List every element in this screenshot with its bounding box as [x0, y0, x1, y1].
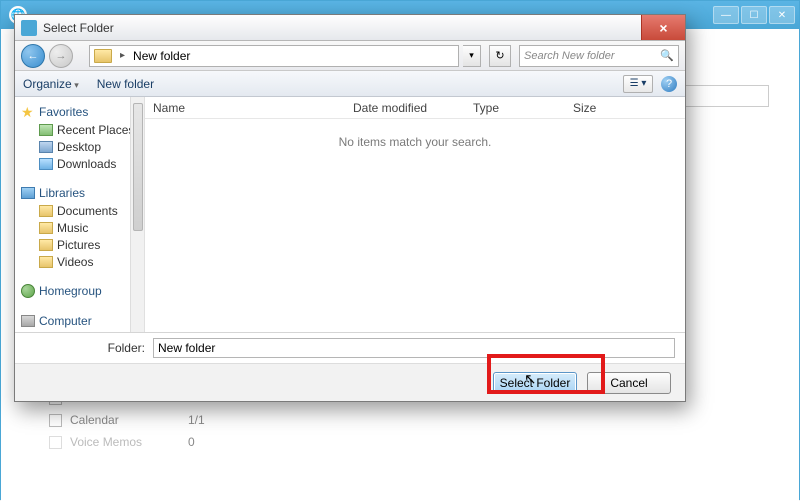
- breadcrumb-segment[interactable]: New folder: [133, 49, 190, 63]
- desktop-icon: [39, 141, 53, 153]
- bg-row-count: 1/1: [188, 413, 205, 427]
- column-headers[interactable]: Name Date modified Type Size: [145, 97, 685, 119]
- nav-item-desktop[interactable]: Desktop: [21, 138, 140, 155]
- nav-item-documents[interactable]: Documents: [21, 202, 140, 219]
- address-dropdown[interactable]: ▾: [463, 45, 481, 67]
- new-folder-button[interactable]: New folder: [97, 77, 154, 91]
- empty-message: No items match your search.: [145, 119, 685, 165]
- window-buttons: ×: [641, 15, 685, 40]
- dialog-body: ★ Favorites Recent Places Desktop Downlo…: [15, 97, 685, 333]
- search-icon: 🔍: [660, 49, 674, 62]
- breadcrumb[interactable]: ▸ New folder: [89, 45, 459, 67]
- folder-label: Folder:: [25, 341, 145, 355]
- folder-icon: [39, 222, 53, 234]
- nav-item-downloads[interactable]: Downloads: [21, 155, 140, 172]
- dialog-titlebar[interactable]: Select Folder ×: [15, 15, 685, 41]
- nav-back-button[interactable]: ←: [21, 44, 45, 68]
- nav-scrollbar[interactable]: [130, 97, 144, 332]
- list-item[interactable]: Voice Memos 0: [49, 431, 769, 453]
- checkbox-icon[interactable]: [49, 414, 62, 427]
- nav-group-libraries[interactable]: Libraries: [21, 184, 140, 202]
- toolbar: Organize New folder ☰ ▾ ?: [15, 71, 685, 97]
- bg-close-button[interactable]: ✕: [769, 6, 795, 24]
- select-folder-dialog: Select Folder × ← → ▸ New folder ▾ ↻ Sea…: [14, 14, 686, 402]
- search-input[interactable]: Search New folder 🔍: [519, 45, 679, 67]
- dialog-button-row: Select Folder Cancel: [15, 363, 685, 401]
- dialog-icon: [21, 20, 37, 36]
- nav-item-videos[interactable]: Videos: [21, 253, 140, 270]
- col-date[interactable]: Date modified: [345, 101, 465, 115]
- folder-icon: [39, 239, 53, 251]
- nav-forward-button[interactable]: →: [49, 44, 73, 68]
- nav-item-music[interactable]: Music: [21, 219, 140, 236]
- bg-maximize-button[interactable]: ☐: [741, 6, 767, 24]
- bg-row-count: 0: [188, 435, 195, 449]
- nav-group-favorites[interactable]: ★ Favorites: [21, 103, 140, 121]
- bg-row-label: Voice Memos: [70, 435, 180, 449]
- nav-item-pictures[interactable]: Pictures: [21, 236, 140, 253]
- bg-row-label: Calendar: [70, 413, 180, 427]
- col-type[interactable]: Type: [465, 101, 565, 115]
- cancel-button[interactable]: Cancel: [587, 372, 671, 394]
- folder-icon: [39, 205, 53, 217]
- nav-item-recent-places[interactable]: Recent Places: [21, 121, 140, 138]
- col-size[interactable]: Size: [565, 101, 645, 115]
- refresh-button[interactable]: ↻: [489, 45, 511, 67]
- help-icon[interactable]: ?: [661, 76, 677, 92]
- scrollbar-thumb[interactable]: [133, 103, 143, 231]
- folder-name-input[interactable]: [153, 338, 675, 358]
- address-bar: ← → ▸ New folder ▾ ↻ Search New folder 🔍: [15, 41, 685, 71]
- dialog-title: Select Folder: [43, 21, 114, 35]
- list-item[interactable]: Calendar 1/1: [49, 409, 769, 431]
- col-name[interactable]: Name: [145, 101, 345, 115]
- homegroup-icon: [21, 284, 35, 298]
- nav-item-local-disk-c[interactable]: Local Disk (C:): [21, 330, 140, 332]
- downloads-icon: [39, 158, 53, 170]
- folder-icon: [94, 49, 112, 63]
- nav-tree: ★ Favorites Recent Places Desktop Downlo…: [15, 97, 145, 332]
- nav-group-homegroup[interactable]: Homegroup: [21, 282, 140, 300]
- folder-icon: [39, 256, 53, 268]
- recent-icon: [39, 124, 53, 136]
- bg-minimize-button[interactable]: —: [713, 6, 739, 24]
- view-options-button[interactable]: ☰ ▾: [623, 75, 653, 93]
- checkbox-icon[interactable]: [49, 436, 62, 449]
- chevron-right-icon[interactable]: ▸: [116, 50, 129, 61]
- folder-name-row: Folder:: [15, 333, 685, 363]
- file-list[interactable]: Name Date modified Type Size No items ma…: [145, 97, 685, 332]
- libraries-icon: [21, 187, 35, 199]
- computer-icon: [21, 315, 35, 327]
- star-icon: ★: [21, 105, 35, 119]
- nav-group-computer[interactable]: Computer: [21, 312, 140, 330]
- search-placeholder: Search New folder: [524, 50, 615, 62]
- organize-menu[interactable]: Organize: [23, 77, 79, 91]
- close-button[interactable]: ×: [641, 15, 685, 40]
- cursor-icon: ↖: [524, 370, 538, 388]
